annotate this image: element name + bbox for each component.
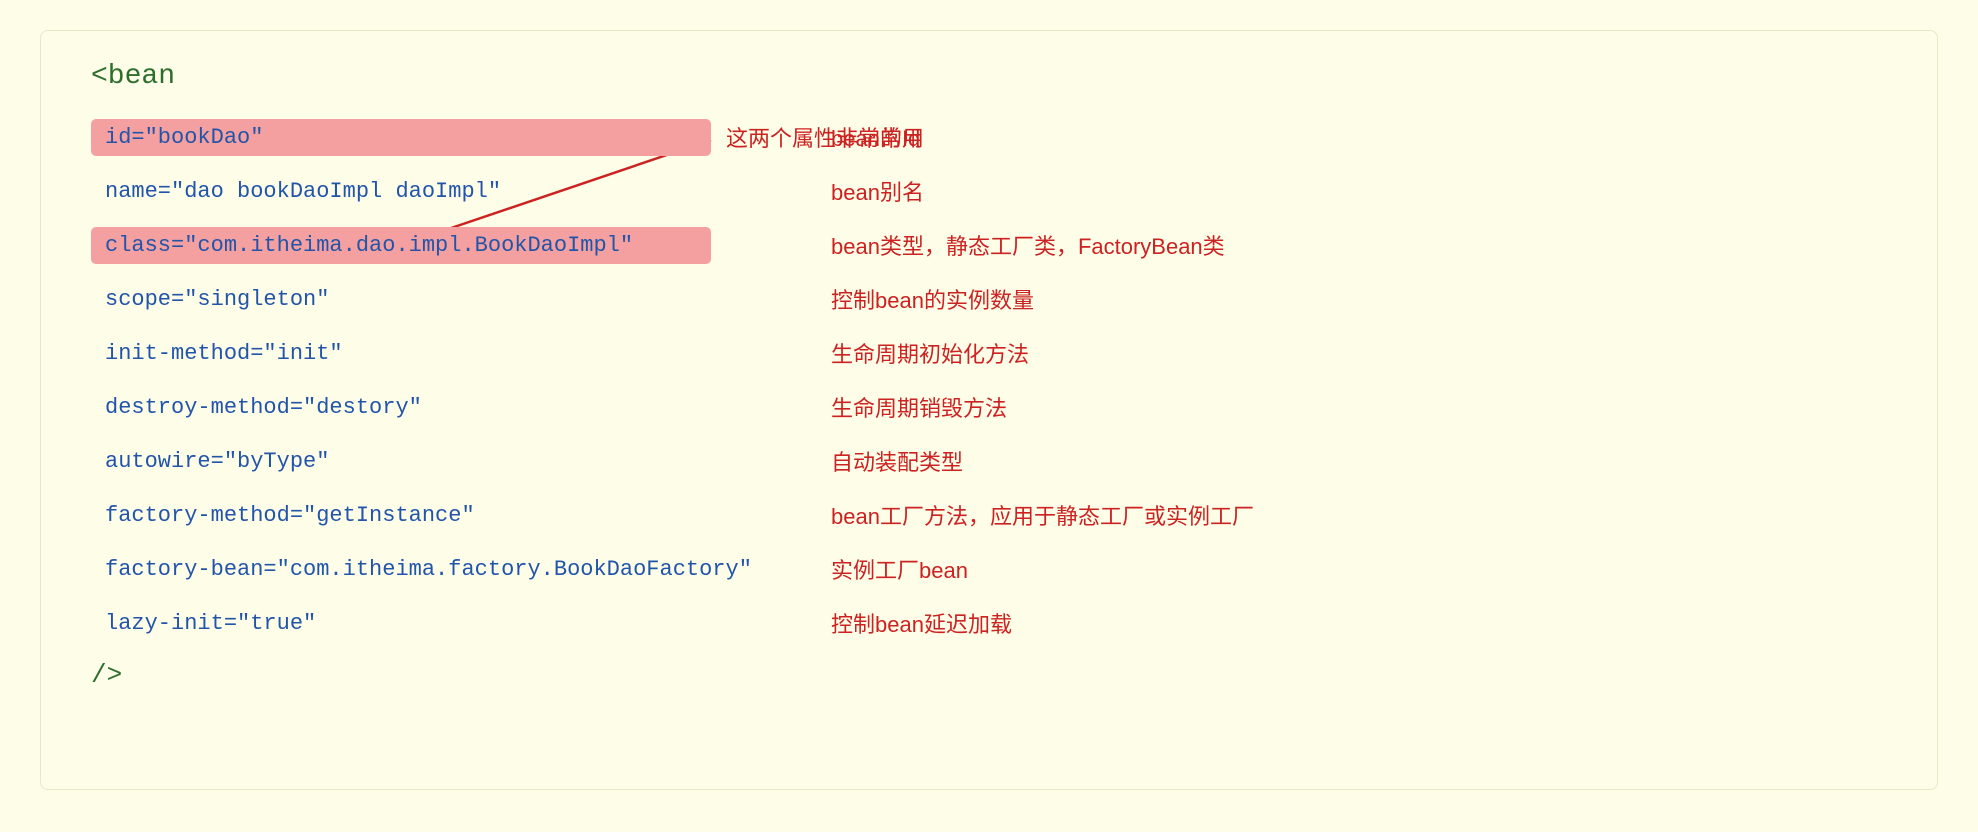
attr-code-autowire: autowire="byType" [91, 443, 711, 480]
attr-code-factory-method: factory-method="getInstance" [91, 497, 711, 534]
attributes-area: 这两个属性非常常用 id="bookDao" bean的Id name="dao… [91, 110, 1887, 650]
attr-desc-id: bean的Id [831, 121, 920, 153]
attr-row-init-method: init-method="init" 生命周期初始化方法 [91, 326, 1887, 380]
attr-desc-autowire: 自动装配类型 [831, 445, 963, 477]
attr-desc-destroy-method: 生命周期销毁方法 [831, 391, 1007, 423]
attr-desc-name: bean别名 [831, 175, 924, 207]
attr-row-name: name="dao bookDaoImpl daoImpl" bean别名 [91, 164, 1887, 218]
attr-row-destroy-method: destroy-method="destory" 生命周期销毁方法 [91, 380, 1887, 434]
attr-row-factory-method: factory-method="getInstance" bean工厂方法，应用… [91, 488, 1887, 542]
attr-code-id: id="bookDao" [91, 119, 711, 156]
main-container: <bean 这两个属性非常常用 id="bookDao" bean的Id [40, 30, 1938, 790]
attr-desc-class: bean类型，静态工厂类，FactoryBean类 [831, 229, 1225, 261]
attr-code-name: name="dao bookDaoImpl daoImpl" [91, 173, 711, 210]
attr-row-id: id="bookDao" bean的Id [91, 110, 1887, 164]
attr-row-scope: scope="singleton" 控制bean的实例数量 [91, 272, 1887, 326]
attr-code-scope: scope="singleton" [91, 281, 711, 318]
attr-code-init-method: init-method="init" [91, 335, 711, 372]
attr-desc-factory-bean: 实例工厂bean [831, 553, 968, 585]
attr-code-lazy-init: lazy-init="true" [91, 605, 711, 642]
attr-row-lazy-init: lazy-init="true" 控制bean延迟加载 [91, 596, 1887, 650]
bean-open-tag: <bean [91, 61, 1887, 92]
attr-code-destroy-method: destroy-method="destory" [91, 389, 711, 426]
attr-row-autowire: autowire="byType" 自动装配类型 [91, 434, 1887, 488]
attr-code-class: class="com.itheima.dao.impl.BookDaoImpl" [91, 227, 711, 264]
attr-row-class: class="com.itheima.dao.impl.BookDaoImpl"… [91, 218, 1887, 272]
attr-code-factory-bean: factory-bean="com.itheima.factory.BookDa… [91, 551, 711, 588]
bean-close-tag: /> [91, 660, 1887, 690]
attr-desc-lazy-init: 控制bean延迟加载 [831, 607, 1012, 639]
attr-desc-init-method: 生命周期初始化方法 [831, 337, 1029, 369]
attr-desc-scope: 控制bean的实例数量 [831, 283, 1034, 315]
attr-row-factory-bean: factory-bean="com.itheima.factory.BookDa… [91, 542, 1887, 596]
attr-desc-factory-method: bean工厂方法，应用于静态工厂或实例工厂 [831, 499, 1254, 531]
